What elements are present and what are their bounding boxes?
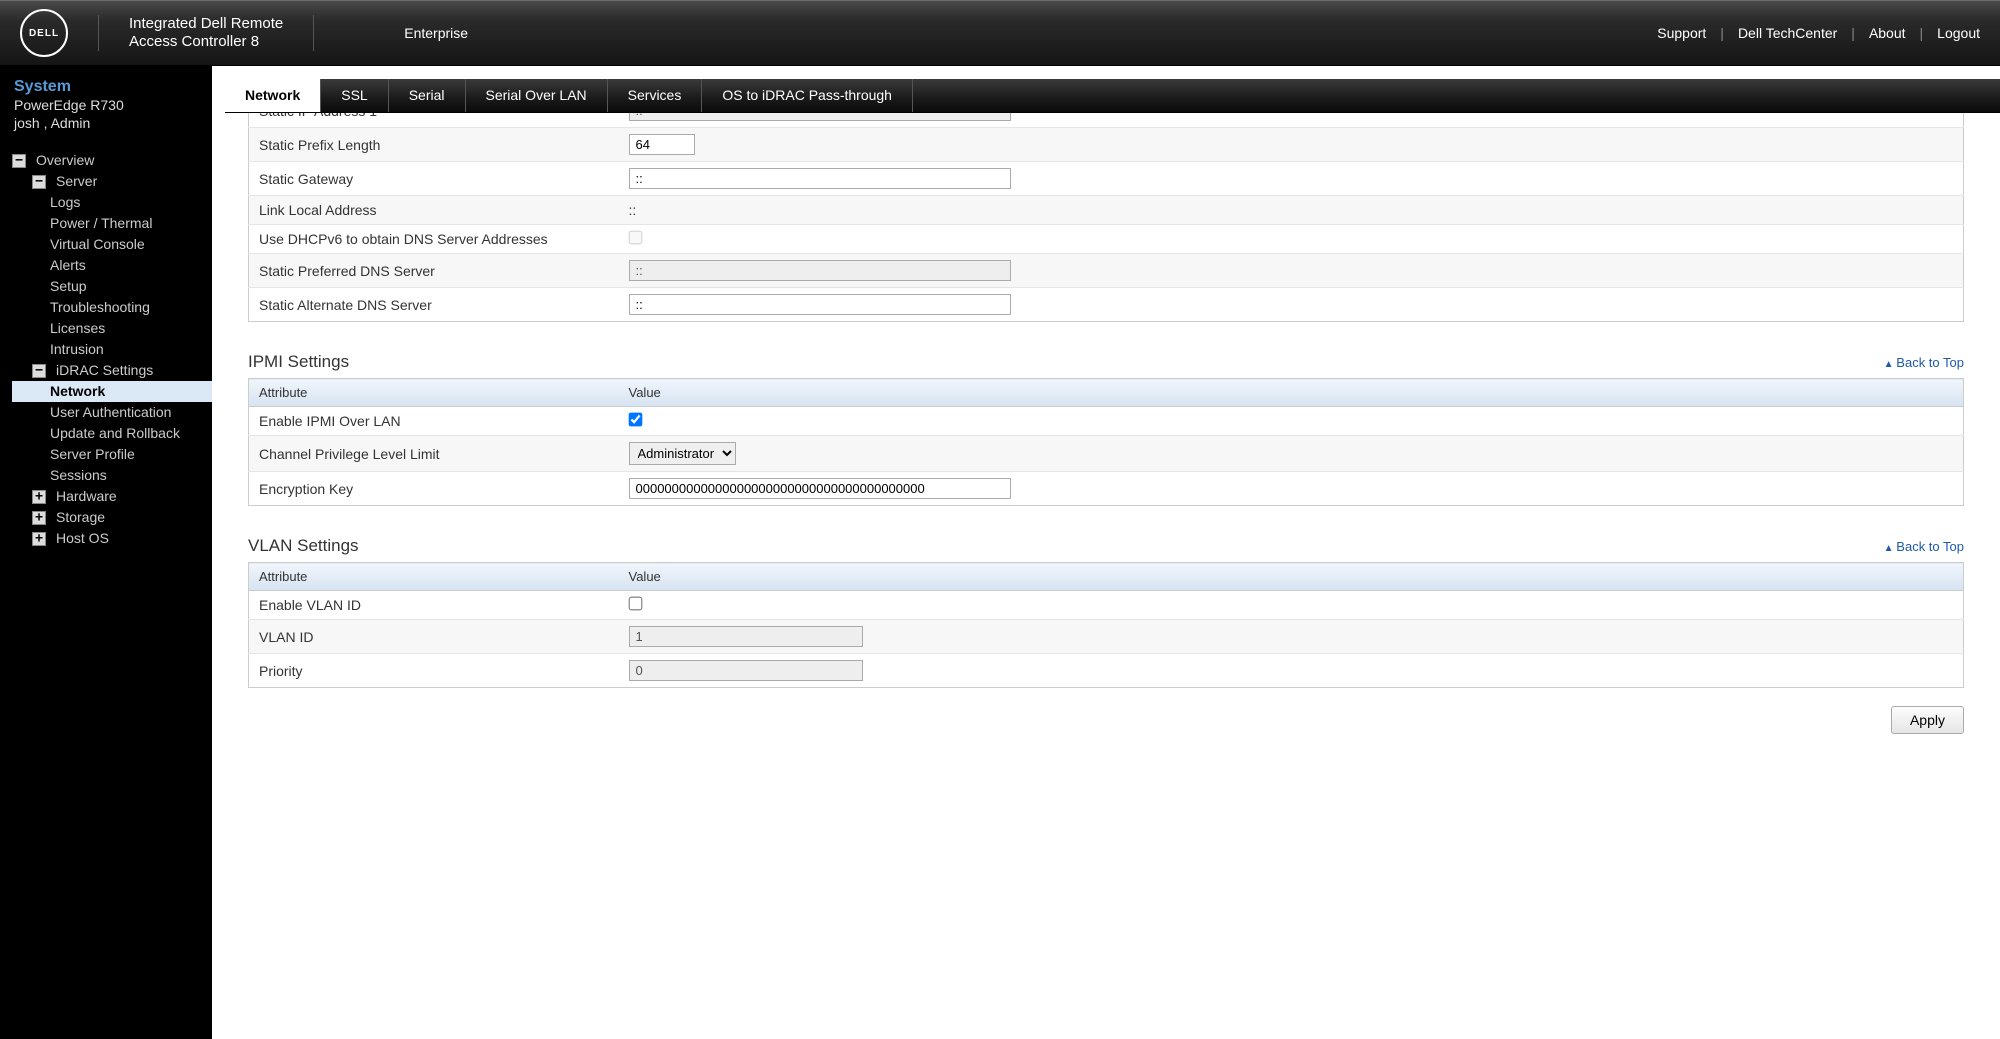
header: DELL Integrated Dell Remote Access Contr… bbox=[0, 0, 2000, 66]
collapse-icon[interactable]: − bbox=[32, 175, 46, 189]
nav-host-os[interactable]: Host OS bbox=[56, 528, 109, 549]
nav-troubleshooting[interactable]: Troubleshooting bbox=[50, 297, 212, 318]
col-attribute: Attribute bbox=[249, 379, 619, 407]
tab-serial[interactable]: Serial bbox=[389, 79, 466, 112]
content-area: Network SSL Serial Serial Over LAN Servi… bbox=[212, 66, 2000, 1039]
product-name: Integrated Dell Remote Access Controller… bbox=[129, 15, 283, 51]
vlan-id-input bbox=[629, 626, 863, 647]
vlan-section-title: VLAN Settings bbox=[248, 536, 359, 556]
footer-buttons: Apply bbox=[248, 706, 1964, 734]
nav-hardware[interactable]: Hardware bbox=[56, 486, 117, 507]
support-link[interactable]: Support bbox=[1657, 25, 1706, 41]
ipv6-section: Static IP Address 1 Static Prefix Length… bbox=[248, 113, 1964, 322]
alt-dns-input[interactable] bbox=[629, 294, 1011, 315]
vlan-table: Attribute Value Enable VLAN ID VLAN ID bbox=[248, 562, 1964, 688]
pref-dns-input bbox=[629, 260, 1011, 281]
techcenter-link[interactable]: Dell TechCenter bbox=[1738, 25, 1837, 41]
nav-logs[interactable]: Logs bbox=[50, 192, 212, 213]
nav-setup[interactable]: Setup bbox=[50, 276, 212, 297]
nav-intrusion[interactable]: Intrusion bbox=[50, 339, 212, 360]
nav-user-auth[interactable]: User Authentication bbox=[50, 402, 212, 423]
row-label: Static Prefix Length bbox=[249, 128, 619, 162]
row-label: Use DHCPv6 to obtain DNS Server Addresse… bbox=[249, 225, 619, 254]
nav-tree: −Overview −Server Logs Power / Thermal V… bbox=[0, 142, 212, 549]
tab-network[interactable]: Network bbox=[225, 79, 321, 112]
static-gateway-input[interactable] bbox=[629, 168, 1011, 189]
nav-power-thermal[interactable]: Power / Thermal bbox=[50, 213, 212, 234]
static-ip1-input bbox=[629, 113, 1011, 121]
prefix-length-input[interactable] bbox=[629, 134, 695, 155]
header-divider bbox=[98, 15, 99, 51]
nav-licenses[interactable]: Licenses bbox=[50, 318, 212, 339]
edition-label: Enterprise bbox=[404, 25, 468, 41]
collapse-icon[interactable]: − bbox=[32, 364, 46, 378]
header-links: Support | Dell TechCenter | About | Logo… bbox=[1657, 25, 1980, 41]
row-label: Enable IPMI Over LAN bbox=[249, 407, 619, 436]
row-label: Channel Privilege Level Limit bbox=[249, 436, 619, 472]
nav-overview[interactable]: Overview bbox=[36, 150, 94, 171]
logout-link[interactable]: Logout bbox=[1937, 25, 1980, 41]
dhcpv6-dns-checkbox bbox=[628, 231, 642, 245]
ipv6-table: Static IP Address 1 Static Prefix Length… bbox=[248, 113, 1964, 322]
row-label: Enable VLAN ID bbox=[249, 591, 619, 620]
system-model: PowerEdge R730 bbox=[14, 96, 198, 114]
sidebar: System PowerEdge R730 josh , Admin −Over… bbox=[0, 66, 212, 1039]
collapse-icon[interactable]: − bbox=[12, 154, 26, 168]
nav-virtual-console[interactable]: Virtual Console bbox=[50, 234, 212, 255]
row-label: VLAN ID bbox=[249, 620, 619, 654]
apply-button[interactable]: Apply bbox=[1891, 706, 1964, 734]
nav-sessions[interactable]: Sessions bbox=[50, 465, 212, 486]
tab-bar: Network SSL Serial Serial Over LAN Servi… bbox=[225, 79, 2000, 113]
scroll-pane[interactable]: Static IP Address 1 Static Prefix Length… bbox=[212, 113, 2000, 1039]
back-to-top-link[interactable]: Back to Top bbox=[1884, 355, 1964, 370]
tab-services[interactable]: Services bbox=[608, 79, 703, 112]
link-local-value: :: bbox=[619, 196, 1964, 225]
tab-passthrough[interactable]: OS to iDRAC Pass-through bbox=[702, 79, 913, 112]
expand-icon[interactable]: + bbox=[32, 532, 46, 546]
nav-update-rollback[interactable]: Update and Rollback bbox=[50, 423, 212, 444]
row-label: Static IP Address 1 bbox=[249, 113, 619, 128]
row-label: Link Local Address bbox=[249, 196, 619, 225]
dell-logo: DELL bbox=[20, 9, 68, 57]
expand-icon[interactable]: + bbox=[32, 490, 46, 504]
tab-serial-over-lan[interactable]: Serial Over LAN bbox=[466, 79, 608, 112]
ipmi-table: Attribute Value Enable IPMI Over LAN Cha… bbox=[248, 378, 1964, 506]
row-label: Static Gateway bbox=[249, 162, 619, 196]
system-title: System bbox=[14, 78, 198, 96]
vlan-section: VLAN Settings Back to Top Attribute Valu… bbox=[248, 536, 1964, 688]
expand-icon[interactable]: + bbox=[32, 511, 46, 525]
col-value: Value bbox=[619, 563, 1964, 591]
vlan-priority-input bbox=[629, 660, 863, 681]
nav-idrac-settings[interactable]: iDRAC Settings bbox=[56, 360, 153, 381]
priv-limit-select[interactable]: Administrator bbox=[629, 442, 736, 465]
row-label: Static Preferred DNS Server bbox=[249, 254, 619, 288]
enable-ipmi-checkbox[interactable] bbox=[628, 413, 642, 427]
nav-server-profile[interactable]: Server Profile bbox=[50, 444, 212, 465]
col-value: Value bbox=[619, 379, 1964, 407]
about-link[interactable]: About bbox=[1869, 25, 1906, 41]
system-user: josh , Admin bbox=[14, 114, 198, 132]
col-attribute: Attribute bbox=[249, 563, 619, 591]
row-label: Static Alternate DNS Server bbox=[249, 288, 619, 322]
row-label: Encryption Key bbox=[249, 472, 619, 506]
ipmi-section: IPMI Settings Back to Top Attribute Valu… bbox=[248, 352, 1964, 506]
nav-storage[interactable]: Storage bbox=[56, 507, 105, 528]
tab-ssl[interactable]: SSL bbox=[321, 79, 388, 112]
nav-network[interactable]: Network bbox=[50, 381, 212, 402]
header-divider bbox=[313, 15, 314, 51]
back-to-top-link[interactable]: Back to Top bbox=[1884, 539, 1964, 554]
row-label: Priority bbox=[249, 654, 619, 688]
encryption-key-input[interactable] bbox=[629, 478, 1011, 499]
ipmi-section-title: IPMI Settings bbox=[248, 352, 349, 372]
nav-alerts[interactable]: Alerts bbox=[50, 255, 212, 276]
enable-vlan-checkbox[interactable] bbox=[628, 597, 642, 611]
nav-server[interactable]: Server bbox=[56, 171, 97, 192]
